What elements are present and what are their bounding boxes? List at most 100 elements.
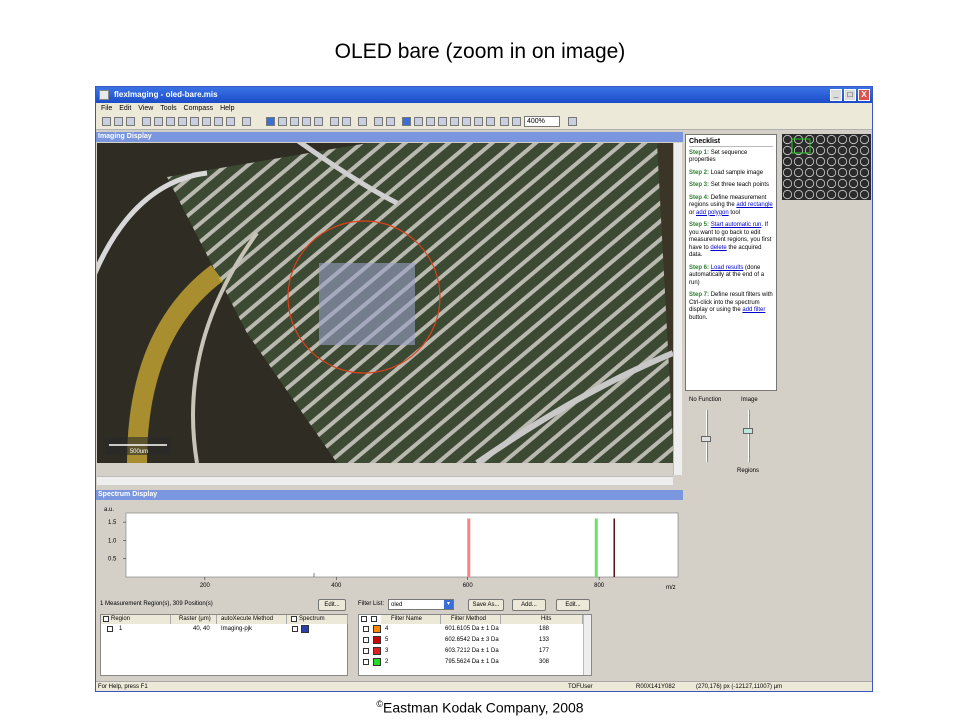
filter-color-swatch[interactable] (373, 647, 381, 655)
method-column-header[interactable]: autoXecute Method (217, 615, 287, 624)
minimize-button[interactable]: _ (830, 89, 842, 101)
filter-row-checkbox[interactable] (363, 659, 369, 665)
measurement-region[interactable] (319, 263, 415, 345)
stop-icon[interactable] (342, 117, 351, 126)
move-icon[interactable] (226, 117, 235, 126)
overlay2-icon[interactable] (386, 117, 395, 126)
overlay-icon[interactable] (374, 117, 383, 126)
add-filter-button[interactable]: Add... (512, 599, 546, 611)
menu-help[interactable]: Help (220, 105, 234, 112)
checklist-step-1: Step 1: Set sequence properties (689, 149, 748, 164)
book-icon[interactable] (568, 117, 577, 126)
filter-edit-button[interactable]: Edit... (556, 599, 590, 611)
axis-icon[interactable] (450, 117, 459, 126)
spectrum-y-tick: 1.5 (108, 520, 117, 526)
layer-icon[interactable] (462, 117, 471, 126)
region-edit-button[interactable]: Edit... (318, 599, 346, 611)
overview-thumbnail[interactable] (782, 134, 871, 200)
rect-tool-icon[interactable] (178, 117, 187, 126)
save-as-button[interactable]: Save As... (468, 599, 504, 611)
spectrum-display-header: Spectrum Display (96, 490, 683, 500)
menu-compass[interactable]: Compass (184, 105, 214, 112)
pan-icon[interactable] (500, 117, 509, 126)
checklist-step-2: Step 2: Load sample image (689, 169, 764, 176)
spectrum-peak[interactable] (467, 518, 471, 577)
region-cloud-icon[interactable] (278, 117, 287, 126)
profile-icon[interactable] (474, 117, 483, 126)
filter-row-checkbox[interactable] (363, 648, 369, 654)
menu-view[interactable]: View (138, 105, 153, 112)
spectrum-select-all-checkbox[interactable] (291, 616, 297, 622)
filters-select-all-checkbox[interactable] (361, 616, 367, 622)
view-blue-icon[interactable] (402, 117, 411, 126)
filter-list-value: oled (391, 602, 403, 608)
view-map-icon[interactable] (426, 117, 435, 126)
no-function-slider[interactable] (701, 435, 711, 442)
delete-link[interactable]: delete (710, 245, 726, 251)
menu-file[interactable]: File (101, 105, 112, 112)
maximize-button[interactable]: □ (844, 89, 856, 101)
zoom-select[interactable]: 400% (524, 116, 560, 127)
delete-icon[interactable] (330, 117, 339, 126)
zoom-icon[interactable] (512, 117, 521, 126)
spectrum-icon[interactable] (314, 117, 323, 126)
close-button[interactable]: X (858, 89, 870, 101)
imaging-vertical-scrollbar[interactable] (673, 143, 682, 475)
point-tool-icon[interactable] (202, 117, 211, 126)
teach-point-icon[interactable] (242, 117, 251, 126)
light-icon[interactable] (486, 117, 495, 126)
regions-select-all-checkbox[interactable] (103, 616, 109, 622)
results-icon[interactable] (358, 117, 367, 126)
filters-color-all-checkbox[interactable] (371, 616, 377, 622)
window-titlebar[interactable]: flexImaging - oled-bare.mis _ □ X (96, 87, 872, 103)
menu-tools[interactable]: Tools (160, 105, 176, 112)
pointer-icon[interactable] (154, 117, 163, 126)
hand-icon[interactable] (166, 117, 175, 126)
start-automatic-run-link[interactable]: Start automatic run (711, 222, 762, 228)
polygon-tool-icon[interactable] (190, 117, 199, 126)
filters-table: Filter Name Filter Method Hits 4 601.6105… (358, 614, 592, 676)
imaging-display[interactable]: 500um (97, 143, 673, 463)
ruler-icon[interactable] (438, 117, 447, 126)
menu-edit[interactable]: Edit (119, 105, 131, 112)
filter-color-swatch[interactable] (373, 636, 381, 644)
filter-color-swatch[interactable] (373, 658, 381, 666)
copyright-footer: ©Eastman Kodak Company, 2008 (0, 699, 960, 716)
add-polygon-link[interactable]: add polygon (696, 210, 729, 216)
region-id: 1 (119, 626, 123, 632)
region-blue-icon[interactable] (266, 117, 275, 126)
load-results-link[interactable]: Load results (711, 265, 744, 271)
region-column-header[interactable]: Region (101, 615, 171, 624)
spectrum-peak[interactable] (613, 518, 616, 577)
image-slider-track (748, 410, 750, 462)
checklist-step-7: Step 7: Define result filters with Ctrl-… (689, 292, 773, 321)
region-spectrum-checkbox[interactable] (292, 626, 298, 632)
filter-row-checkbox[interactable] (363, 637, 369, 643)
region-row-checkbox[interactable] (107, 626, 113, 632)
image-slider[interactable] (743, 427, 753, 434)
filters-scrollbar[interactable] (583, 615, 591, 675)
raster-column-header[interactable]: Raster (µm) (171, 615, 217, 624)
region-edit-icon[interactable] (290, 117, 299, 126)
spectrum-peak[interactable] (594, 518, 598, 577)
hits-column-header[interactable]: Hits (501, 615, 583, 624)
region-color-swatch[interactable] (301, 625, 309, 633)
new-file-icon[interactable] (102, 117, 111, 126)
imaging-horizontal-scrollbar[interactable] (97, 476, 673, 485)
add-filter-link[interactable]: add filter (742, 307, 765, 313)
filter-name-column-header[interactable]: Filter Name (381, 615, 441, 624)
run-icon[interactable] (302, 117, 311, 126)
filter-list-select[interactable]: oled ▾ (388, 599, 454, 610)
view-grid-icon[interactable] (414, 117, 423, 126)
add-rectangle-link[interactable]: add rectangle (736, 202, 772, 208)
line-tool-icon[interactable] (214, 117, 223, 126)
copy-icon[interactable] (142, 117, 151, 126)
spectrum-display[interactable]: a.u. m/z 1.5 1.0 0.5 200 400 600 800 (96, 501, 684, 593)
open-file-icon[interactable] (114, 117, 123, 126)
chevron-down-icon[interactable]: ▾ (444, 600, 453, 609)
filter-method-column-header[interactable]: Filter Method (441, 615, 501, 624)
filter-row-checkbox[interactable] (363, 626, 369, 632)
toolbar: 400% (96, 114, 872, 130)
save-file-icon[interactable] (126, 117, 135, 126)
filter-color-swatch[interactable] (373, 625, 381, 633)
